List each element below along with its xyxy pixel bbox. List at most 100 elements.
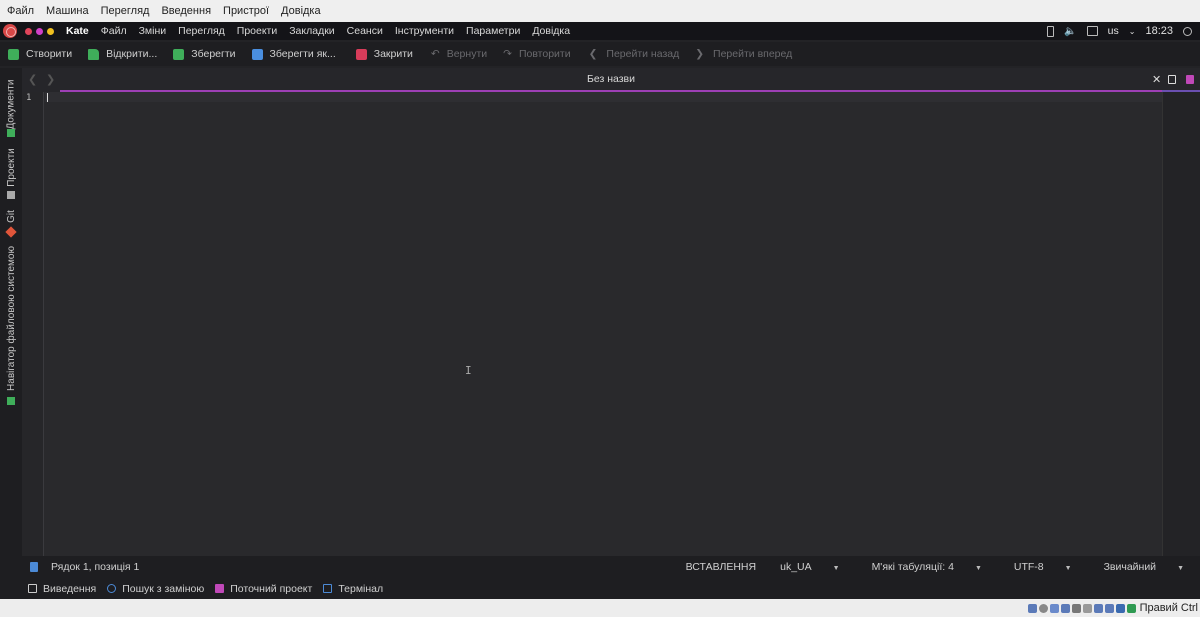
sidebar-tab-git[interactable]: Git (0, 206, 22, 226)
bottom-tab-search-label: Пошук з заміною (122, 582, 205, 595)
close-document-button[interactable]: Закрити (348, 42, 421, 66)
bottom-tab-search-replace[interactable]: Пошук з заміною (107, 583, 204, 595)
menu-help[interactable]: Довідка (526, 22, 576, 40)
dictionary-label: uk_UA (780, 561, 812, 573)
window-maximize-dot-icon[interactable] (47, 27, 54, 35)
new-button-label: Створити (26, 48, 73, 60)
output-icon (28, 584, 37, 593)
host-key-label: Правий Ctrl (1139, 602, 1198, 614)
chevron-down-icon[interactable]: ⌄ (1129, 27, 1136, 36)
menu-sessions[interactable]: Сеанси (341, 22, 389, 40)
bottom-panel-tabs: Виведення Пошук з заміною Поточний проек… (0, 578, 1200, 599)
status-bar: Рядок 1, позиція 1 ВСТАВЛЕННЯ uk_UA ▼ М'я… (0, 556, 1200, 578)
bottom-tab-project-label: Поточний проект (230, 582, 313, 595)
encoding-selector[interactable]: UTF-8 ▼ (998, 561, 1088, 573)
volume-icon[interactable]: 🔈 (1064, 26, 1076, 37)
menu-bookmarks[interactable]: Закладки (283, 22, 340, 40)
open-folder-icon (88, 48, 100, 60)
tab-title: Без назви (586, 73, 635, 85)
network-icon[interactable] (1060, 603, 1070, 613)
new-document-icon (8, 48, 19, 60)
caret-down-icon: ▼ (974, 565, 982, 572)
indent-selector[interactable]: М'які табуляції: 4 ▼ (856, 561, 998, 573)
save-as-button[interactable]: Зберегти як... (244, 42, 344, 66)
vm-menu-machine[interactable]: Машина (40, 0, 95, 22)
cursor-position[interactable]: Рядок 1, позиція 1 (51, 561, 139, 573)
document-status-icon[interactable] (30, 562, 38, 572)
app-name[interactable]: Kate (58, 22, 95, 40)
sidebar-tab-documents-label: Документи (5, 79, 17, 129)
usb-icon[interactable] (1071, 603, 1081, 613)
go-forward-button[interactable]: ❯ Перейти вперед (687, 42, 800, 66)
split-view-icon[interactable] (1186, 75, 1194, 84)
menu-projects[interactable]: Проекти (231, 22, 283, 40)
menu-file[interactable]: Файл (95, 22, 133, 40)
save-as-button-label: Зберегти як... (269, 48, 336, 60)
recording-icon[interactable] (1104, 603, 1114, 613)
sidebar-tab-documents[interactable]: Документи (0, 70, 22, 138)
terminal-icon (323, 584, 333, 593)
bottom-tab-current-project[interactable]: Поточний проект (215, 583, 312, 595)
vm-menu-devices[interactable]: Пристрої (217, 0, 275, 22)
hard-disk-icon[interactable] (1027, 603, 1037, 613)
text-editor[interactable]: 1 I (22, 92, 1162, 556)
vm-menu-view[interactable]: Перегляд (95, 0, 156, 22)
menu-edit[interactable]: Зміни (133, 22, 173, 40)
audio-icon[interactable] (1049, 603, 1059, 613)
tab-untitled[interactable]: Без назви (60, 68, 1162, 92)
redo-button-label: Повторити (518, 48, 571, 60)
sidebar-tab-projects-label: Проекти (5, 147, 17, 187)
optical-drive-icon[interactable] (1038, 603, 1048, 613)
display-icon[interactable] (1093, 603, 1103, 613)
undo-icon: ↶ (430, 48, 440, 60)
window-close-dot-icon[interactable] (25, 27, 32, 35)
redo-icon: ↷ (503, 48, 512, 60)
save-button[interactable]: Зберегти (165, 42, 243, 66)
vm-menu-help[interactable]: Довідка (275, 0, 327, 22)
input-mode[interactable]: ВСТАВЛЕННЯ (678, 561, 765, 573)
undo-button-label: Вернути (446, 48, 488, 60)
power-icon[interactable] (1183, 26, 1192, 36)
line-number-gutter[interactable]: 1 (22, 92, 44, 556)
shared-folder-icon[interactable] (1082, 603, 1092, 613)
mouse-integration-icon[interactable] (1126, 603, 1136, 613)
menu-settings[interactable]: Параметри (460, 22, 526, 40)
redo-button[interactable]: ↷ Повторити (495, 42, 578, 66)
undo-button[interactable]: ↶ Вернути (423, 42, 495, 66)
vm-menu-input[interactable]: Введення (155, 0, 217, 22)
vm-menu-file[interactable]: Файл (0, 0, 40, 22)
highlight-selector[interactable]: Звичайний ▼ (1088, 561, 1200, 573)
system-menu-icon[interactable] (3, 24, 17, 38)
close-button-label: Закрити (373, 48, 413, 60)
tabbar-prev-icon[interactable]: ❮ (28, 73, 37, 86)
dictionary-selector[interactable]: uk_UA ▼ (764, 561, 855, 573)
keyboard-layout[interactable]: us (1108, 25, 1119, 37)
go-back-button[interactable]: ❮ Перейти назад (581, 42, 688, 66)
new-button[interactable]: Створити (0, 42, 80, 66)
text-caret (47, 93, 48, 102)
app-menubar: Kate Файл Зміни Перегляд Проекти Закладк… (0, 22, 1200, 40)
battery-icon[interactable] (1047, 25, 1055, 37)
menu-tools[interactable]: Інструменти (389, 22, 460, 40)
git-icon (5, 226, 17, 238)
save-as-icon (251, 48, 263, 60)
window-minimize-dot-icon[interactable] (36, 27, 43, 35)
close-document-icon (355, 48, 367, 60)
project-icon (215, 584, 225, 593)
clock[interactable]: 18:23 (1145, 25, 1173, 37)
tab-close-icon[interactable]: ✕ (1152, 73, 1161, 86)
sidebar-tab-filesystem[interactable]: Навігатор файловою системою (0, 243, 22, 393)
cpu-icon[interactable] (1115, 603, 1125, 613)
scrollbar-minimap[interactable] (1162, 92, 1200, 556)
system-tray: 🔈 us ⌄ 18:23 (1047, 25, 1200, 37)
menu-view[interactable]: Перегляд (172, 22, 231, 40)
bottom-tab-output[interactable]: Виведення (28, 583, 96, 595)
left-sidebar-tabs: Документи Проекти Git Навігатор файловою… (0, 68, 22, 556)
current-line-highlight (45, 92, 1162, 102)
tabbar-next-icon[interactable]: ❯ (46, 73, 55, 86)
clipboard-icon[interactable] (1086, 26, 1098, 36)
new-tab-icon[interactable] (1168, 75, 1176, 84)
open-button[interactable]: Відкрити... (80, 42, 165, 66)
sidebar-tab-projects[interactable]: Проекти (0, 144, 22, 190)
bottom-tab-terminal[interactable]: Термінал (323, 583, 383, 595)
